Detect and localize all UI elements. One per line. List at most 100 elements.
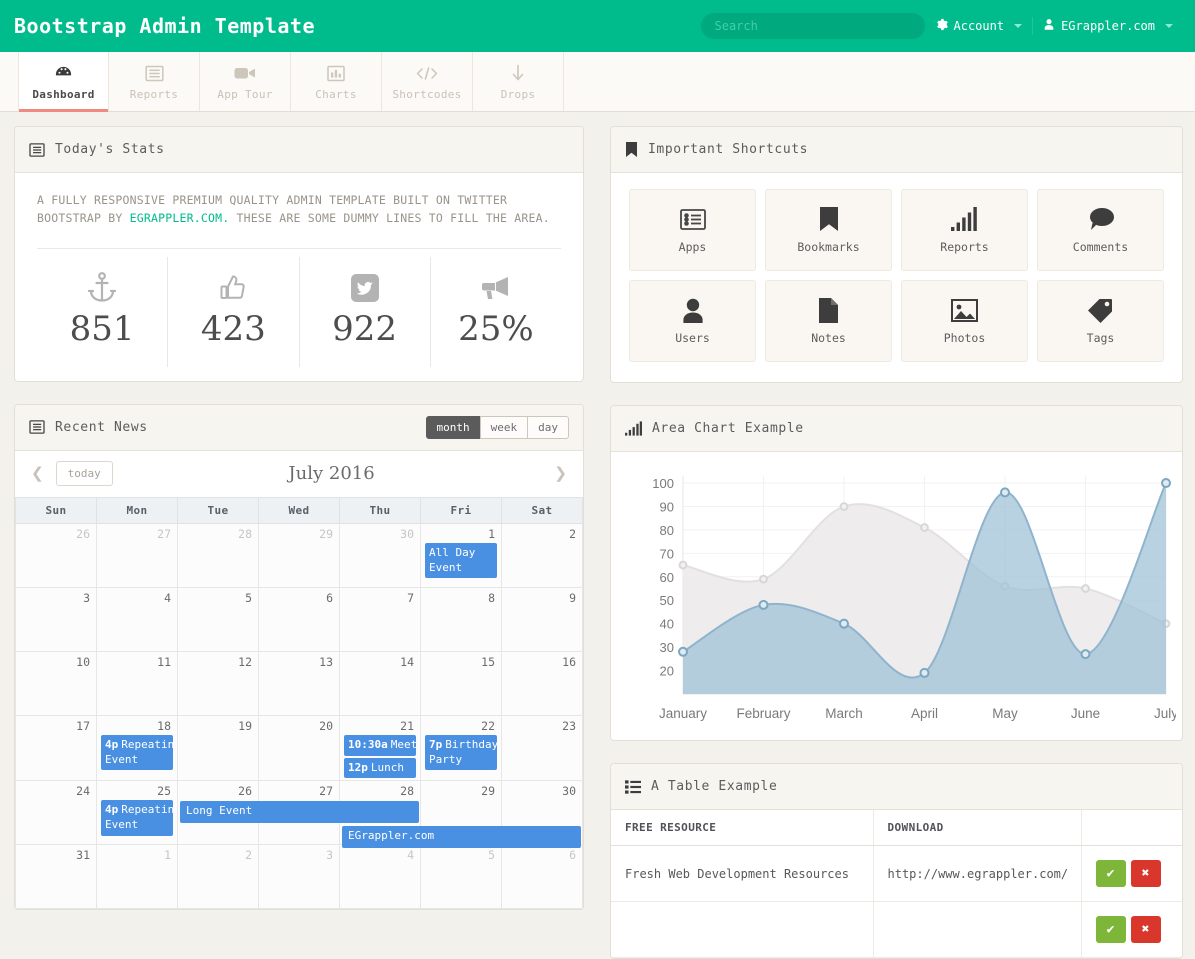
calendar-day-cell[interactable]: 1 <box>97 845 178 909</box>
calendar-event[interactable]: 10:30aMeeting <box>344 735 416 756</box>
shortcut-apps[interactable]: Apps <box>629 189 756 271</box>
calendar-span-event[interactable]: EGrappler.com <box>342 826 581 848</box>
calendar-day-cell[interactable]: 24 <box>16 781 97 845</box>
calendar-day-cell[interactable]: 23 <box>502 715 583 781</box>
calendar-day-cell[interactable]: 2110:30aMeeting12pLunch <box>340 715 421 781</box>
calendar-day-cell[interactable]: 31 <box>16 845 97 909</box>
main-tab-nav: Dashboard Reports App Tour Charts Shortc… <box>0 52 1195 112</box>
next-month-icon[interactable]: ❯ <box>550 463 571 484</box>
calendar-day-cell[interactable]: 16 <box>502 651 583 715</box>
calendar-day-cell[interactable]: 19 <box>178 715 259 781</box>
user-icon <box>682 297 704 323</box>
today-button[interactable]: today <box>56 461 113 486</box>
prev-month-icon[interactable]: ❮ <box>27 463 48 484</box>
shortcut-comments[interactable]: Comments <box>1037 189 1164 271</box>
calendar-day-cell[interactable]: 12 <box>178 651 259 715</box>
approve-button[interactable]: ✔ <box>1096 860 1126 887</box>
calendar-day-cell[interactable]: 15 <box>421 651 502 715</box>
panel-title: A Table Example <box>651 779 777 794</box>
calendar-day-cell[interactable]: 5 <box>178 587 259 651</box>
view-day-button[interactable]: day <box>527 416 569 439</box>
code-icon <box>416 62 438 84</box>
view-week-button[interactable]: week <box>480 416 529 439</box>
user-menu[interactable]: EGrappler.com <box>1033 18 1183 34</box>
shortcut-notes[interactable]: Notes <box>765 280 892 362</box>
calendar-day-cell[interactable]: 7 <box>340 587 421 651</box>
calendar-day-cell[interactable]: 4 <box>340 845 421 909</box>
calendar-weekday-row: Sun Mon Tue Wed Thu Fri Sat <box>16 497 583 523</box>
shortcut-tags[interactable]: Tags <box>1037 280 1164 362</box>
tab-reports[interactable]: Reports <box>109 52 200 111</box>
view-month-button[interactable]: month <box>426 416 481 439</box>
calendar-span-event[interactable]: Long Event <box>180 801 419 823</box>
calendar-day-cell[interactable]: 227pBirthday Party <box>421 715 502 781</box>
calendar-grid-wrapper: Sun Mon Tue Wed Thu Fri Sat 26272829301A… <box>15 497 583 910</box>
calendar-day-cell[interactable]: 14 <box>340 651 421 715</box>
stat-percent: 25% <box>431 257 561 367</box>
chart-body: 2030405060708090100JanuaryFebruaryMarchA… <box>611 452 1182 740</box>
calendar-day-cell[interactable]: 1All Day Event <box>421 523 502 587</box>
day-number: 29 <box>263 526 335 543</box>
shortcut-bookmarks[interactable]: Bookmarks <box>765 189 892 271</box>
calendar-day-cell[interactable]: 10 <box>16 651 97 715</box>
day-number: 24 <box>20 783 92 800</box>
calendar-day-cell[interactable]: 6 <box>502 845 583 909</box>
calendar-event[interactable]: 4pRepeating Event <box>101 735 173 771</box>
calendar-toolbar: ❮ today July 2016 ❯ <box>15 451 583 497</box>
calendar-day-cell[interactable]: 2 <box>178 845 259 909</box>
calendar-day-cell[interactable]: 20 <box>259 715 340 781</box>
left-column: Today's Stats A FULLY RESPONSIVE PREMIUM… <box>14 126 584 959</box>
resources-table: Free Resource Download Fresh Web Develop… <box>611 810 1182 958</box>
calendar-event[interactable]: All Day Event <box>425 543 497 579</box>
calendar-day-cell[interactable]: 29 <box>259 523 340 587</box>
calendar-day-cell[interactable]: 3 <box>259 845 340 909</box>
calendar-day-cell[interactable]: 5 <box>421 845 502 909</box>
calendar-week-row: 3456789 <box>16 587 583 651</box>
shortcut-users[interactable]: Users <box>629 280 756 362</box>
calendar-day-cell[interactable]: 2 <box>502 523 583 587</box>
calendar-day-cell[interactable]: 17 <box>16 715 97 781</box>
shortcut-reports[interactable]: Reports <box>901 189 1028 271</box>
calendar-day-cell[interactable]: 9 <box>502 587 583 651</box>
tab-shortcodes[interactable]: Shortcodes <box>382 52 473 111</box>
day-number: 3 <box>20 590 92 607</box>
stat-twitter: 922 <box>300 257 431 367</box>
calendar-day-cell[interactable]: 3 <box>16 587 97 651</box>
tab-dashboard[interactable]: Dashboard <box>18 52 109 111</box>
tab-charts[interactable]: Charts <box>291 52 382 111</box>
calendar-day-cell[interactable]: 6 <box>259 587 340 651</box>
weekday-header: Wed <box>259 497 340 523</box>
svg-text:80: 80 <box>660 523 674 538</box>
calendar-day-cell[interactable]: 27 <box>97 523 178 587</box>
calendar-day-cell[interactable]: 254pRepeating Event <box>97 781 178 845</box>
calendar-event[interactable]: 4pRepeating Event <box>101 800 173 836</box>
calendar-day-cell[interactable]: 13 <box>259 651 340 715</box>
table-panel: A Table Example Free Resource Download F… <box>610 763 1183 959</box>
stats-description: A FULLY RESPONSIVE PREMIUM QUALITY ADMIN… <box>37 191 561 228</box>
egrappler-link[interactable]: EGRAPPLER.COM. <box>130 211 230 225</box>
calendar-day-cell[interactable]: 8 <box>421 587 502 651</box>
calendar-day-cell[interactable]: 4 <box>97 587 178 651</box>
day-number: 26 <box>20 526 92 543</box>
search-input[interactable] <box>701 13 925 39</box>
day-number: 6 <box>263 590 335 607</box>
calendar-day-cell[interactable]: 184pRepeating Event <box>97 715 178 781</box>
calendar-day-cell[interactable]: 28 <box>178 523 259 587</box>
tab-app-tour[interactable]: App Tour <box>200 52 291 111</box>
shortcut-label: Comments <box>1073 240 1128 254</box>
gear-icon <box>935 18 948 34</box>
shortcut-photos[interactable]: Photos <box>901 280 1028 362</box>
top-header-bar: Bootstrap Admin Template Account EGrappl… <box>0 0 1195 52</box>
reject-button[interactable]: ✖ <box>1131 860 1161 887</box>
calendar-event[interactable]: 7pBirthday Party <box>425 735 497 771</box>
tab-drops[interactable]: Drops <box>473 52 564 111</box>
calendar-day-cell[interactable]: 11 <box>97 651 178 715</box>
calendar-day-cell[interactable]: 30 <box>340 523 421 587</box>
calendar-day-cell[interactable]: 26 <box>16 523 97 587</box>
account-menu[interactable]: Account <box>925 18 1033 34</box>
panel-title: Area Chart Example <box>652 421 804 436</box>
area-chart-svg[interactable]: 2030405060708090100JanuaryFebruaryMarchA… <box>617 462 1176 734</box>
calendar-event[interactable]: 12pLunch <box>344 758 416 779</box>
signal-icon <box>951 206 978 232</box>
dashboard-icon <box>54 62 73 84</box>
